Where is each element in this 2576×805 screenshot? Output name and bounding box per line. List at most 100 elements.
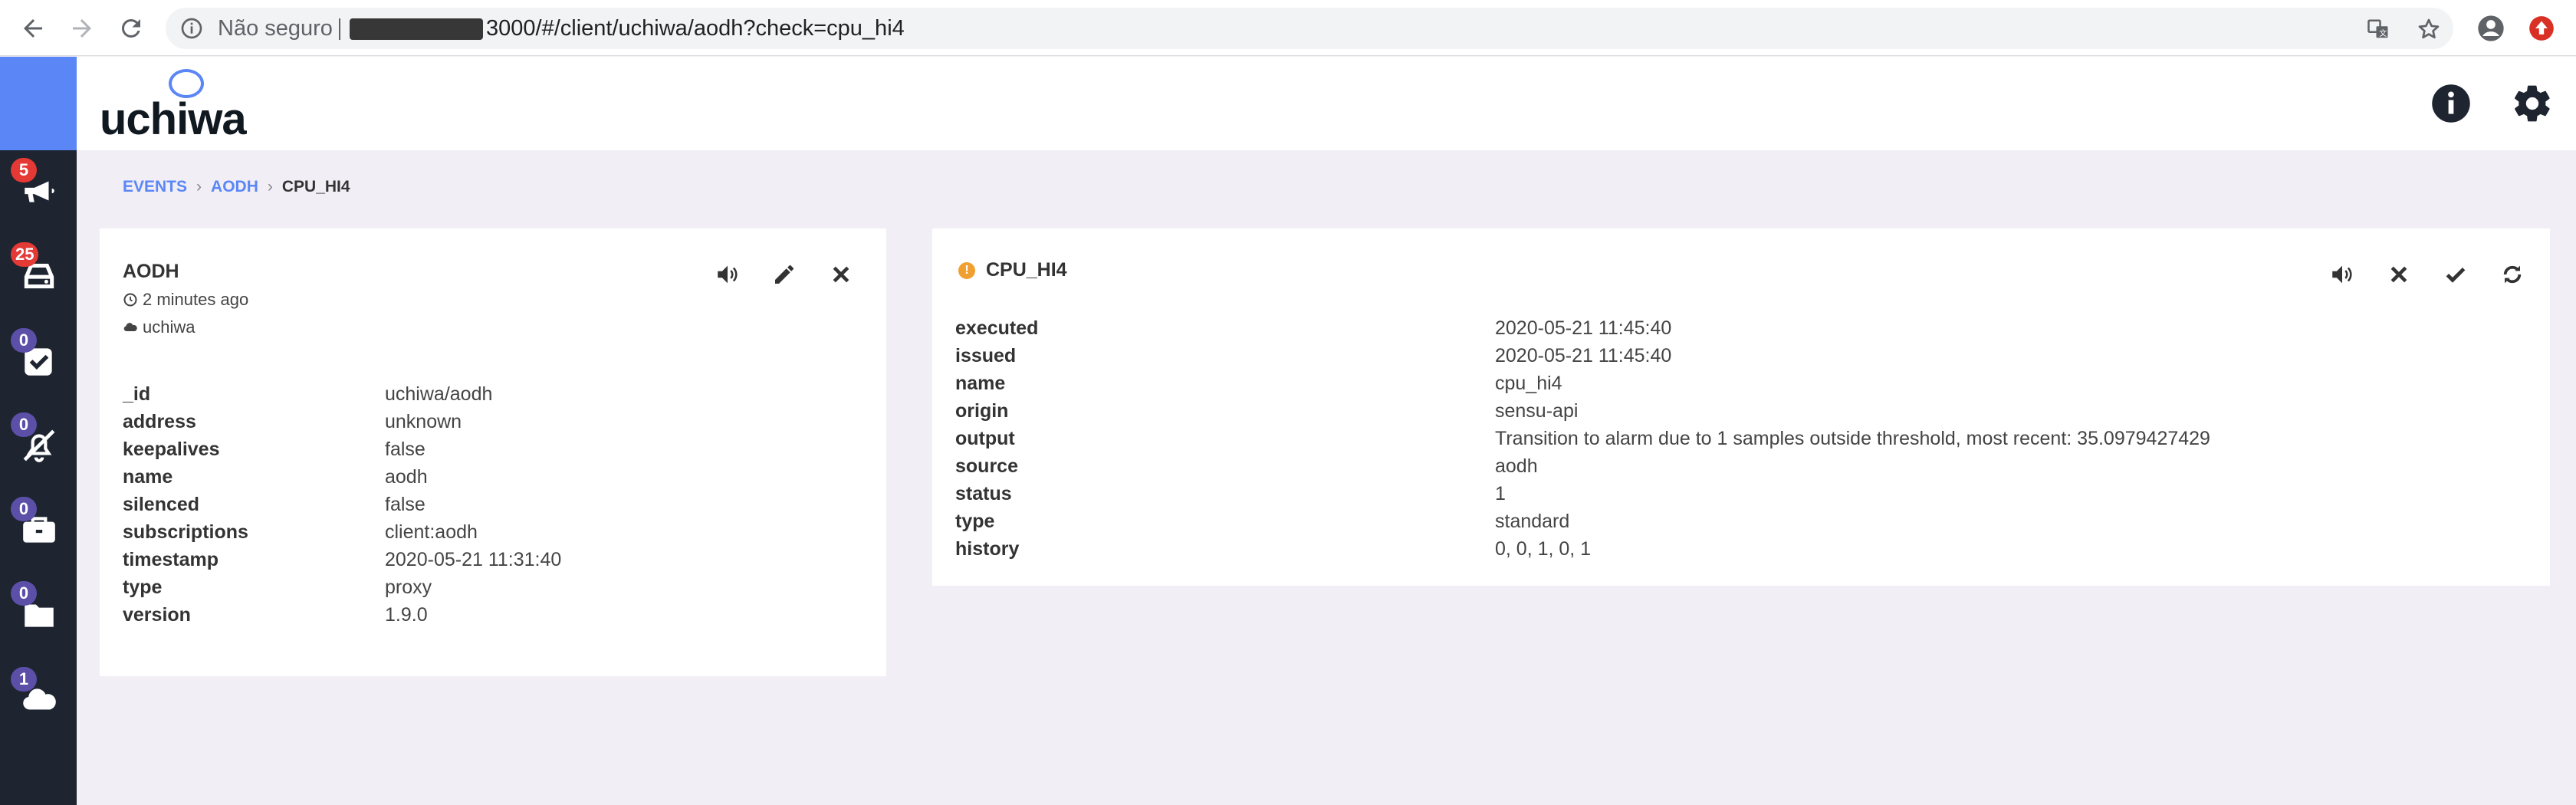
pencil-icon (775, 264, 794, 284)
update-icon[interactable] (2524, 11, 2559, 46)
breadcrumb-client[interactable]: AODH (211, 178, 258, 196)
silence-check-button[interactable] (2314, 251, 2371, 297)
property-value: Transition to alarm due to 1 samples out… (1495, 428, 2210, 449)
delete-button[interactable] (813, 251, 869, 297)
clock-icon (123, 293, 137, 307)
property-value: 2020-05-21 11:45:40 (1495, 317, 1672, 339)
uchiwa-logo[interactable]: uchiwa (100, 67, 268, 144)
property-key: output (955, 428, 1015, 449)
breadcrumb-separator: › (267, 178, 273, 196)
info-button[interactable] (2424, 77, 2478, 130)
property-value: proxy (385, 577, 432, 598)
property-key: type (123, 577, 163, 598)
clients-badge: 25 (11, 242, 39, 267)
back-button[interactable] (14, 9, 52, 48)
property-value: client:aodh (385, 521, 478, 543)
arrow-right-icon (73, 19, 91, 38)
client-actions (699, 251, 869, 297)
star-icon[interactable] (2417, 17, 2441, 41)
table-row: history 0, 0, 1, 0, 1 (955, 535, 2210, 563)
property-value: unknown (385, 411, 462, 432)
client-datacenter: uchiwa (123, 317, 195, 337)
sidebar-item-stashes[interactable]: 0 (0, 489, 77, 566)
sidebar-item-events[interactable]: 5 (0, 150, 77, 227)
property-key: source (955, 455, 1018, 477)
check-icon (2446, 267, 2466, 283)
info-icon[interactable] (179, 16, 204, 41)
sidebar-item-silenced[interactable]: 0 (0, 405, 77, 481)
property-value: cpu_hi4 (1495, 373, 1562, 394)
table-row: origin sensu-api (955, 397, 2210, 425)
check-title: CPU_HI4 (986, 259, 1067, 281)
table-row: issued 2020-05-21 11:45:40 (955, 342, 2210, 370)
property-key: silenced (123, 494, 200, 515)
url-text[interactable]: 3000/#/client/uchiwa/aodh?check=cpu_hi4 (486, 8, 905, 49)
redacted-host (350, 18, 483, 40)
silence-button[interactable] (699, 251, 756, 297)
datacenters-badge: 1 (11, 667, 37, 692)
property-key: name (123, 466, 173, 488)
property-key: timestamp (123, 549, 219, 570)
property-key: issued (955, 345, 1017, 366)
silenced-badge: 0 (11, 412, 37, 437)
profile-icon[interactable] (2473, 11, 2509, 46)
table-row: version 1.9.0 (123, 601, 561, 629)
reload-icon (121, 18, 140, 38)
check-properties: executed 2020-05-21 11:45:40 issued 2020-0… (955, 314, 2210, 563)
resolve-button[interactable] (2427, 251, 2484, 297)
translate-icon[interactable]: 文 (2366, 17, 2390, 41)
client-datacenter-name[interactable]: uchiwa (143, 317, 195, 337)
property-value: standard (1495, 511, 1570, 532)
property-value: false (385, 494, 426, 515)
property-value: false (385, 439, 426, 460)
aggregates-badge: 0 (11, 581, 37, 606)
client-title: AODH (123, 261, 179, 282)
close-icon (833, 266, 849, 283)
property-value: uchiwa/aodh (385, 383, 493, 405)
refresh-icon (2503, 265, 2522, 284)
property-value: aodh (385, 466, 428, 488)
property-key: address (123, 411, 196, 432)
table-row: address unknown (123, 408, 561, 435)
svg-text:文: 文 (2379, 28, 2387, 38)
edit-button[interactable] (756, 251, 813, 297)
security-status[interactable]: Não seguro (218, 8, 333, 49)
close-icon (2390, 266, 2407, 283)
property-value: 1.9.0 (385, 604, 428, 626)
volume-icon (2332, 265, 2352, 284)
table-row: timestamp 2020-05-21 11:31:40 (123, 546, 561, 573)
sidebar-item-aggregates[interactable]: 0 (0, 573, 77, 650)
reload-button[interactable] (112, 9, 150, 48)
table-row: output Transition to alarm due to 1 sampl… (955, 425, 2210, 452)
property-key: _id (123, 383, 151, 405)
property-value: 0, 0, 1, 0, 1 (1495, 538, 1592, 560)
breadcrumb-events[interactable]: EVENTS (123, 178, 187, 196)
delete-check-button[interactable] (2371, 251, 2427, 297)
table-row: keepalives false (123, 435, 561, 463)
address-bar[interactable]: Não seguro 3000/#/client/uchiwa/aodh?che… (166, 8, 2453, 49)
gear-icon (2515, 85, 2550, 122)
app-header: uchiwa (0, 57, 2576, 150)
table-row: subscriptions client:aodh (123, 518, 561, 546)
sidebar-item-checks[interactable]: 0 (0, 320, 77, 397)
forward-button[interactable] (63, 9, 101, 48)
property-key: status (955, 483, 1012, 504)
property-value: aodh (1495, 455, 1538, 477)
property-value: 1 (1495, 483, 1506, 504)
breadcrumb-separator: › (196, 178, 202, 196)
sidebar-item-datacenters[interactable]: 1 (0, 659, 77, 736)
sidebar-item-clients[interactable]: 25 (0, 235, 77, 311)
sidebar: 5 25 0 0 0 0 1 (0, 150, 77, 805)
refresh-button[interactable] (2484, 251, 2541, 297)
property-key: history (955, 538, 1020, 560)
property-key: keepalives (123, 439, 220, 460)
property-key: origin (955, 400, 1009, 422)
settings-button[interactable] (2505, 77, 2559, 130)
checks-badge: 0 (11, 328, 37, 353)
property-key: version (123, 604, 191, 626)
property-value: 2020-05-21 11:45:40 (1495, 345, 1672, 366)
property-key: type (955, 511, 995, 532)
header-accent (0, 57, 77, 150)
property-value: 2020-05-21 11:31:40 (385, 549, 562, 570)
logo-text: uchiwa (100, 94, 247, 144)
